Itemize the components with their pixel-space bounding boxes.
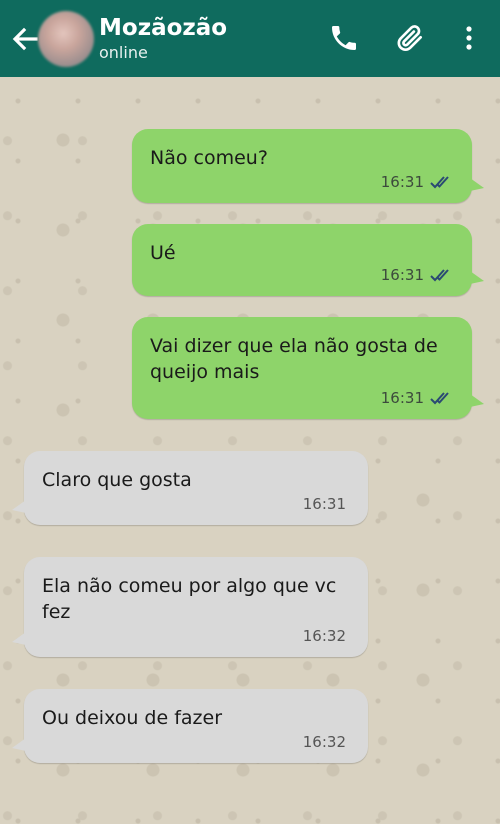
contact-status: online	[99, 43, 148, 62]
double-check-icon	[430, 176, 449, 189]
avatar[interactable]	[38, 11, 94, 67]
message-meta: 16:31	[381, 169, 456, 195]
message-time: 16:31	[380, 266, 424, 284]
message-time: 16:31	[302, 495, 346, 513]
phone-icon[interactable]	[328, 22, 360, 54]
message-text: Ela não comeu por algo que vc fez	[42, 575, 337, 623]
double-check-icon	[430, 269, 449, 282]
message-list: Não comeu? 16:31 Ué 16:31 Vai dizer que …	[0, 77, 500, 824]
message-time: 16:32	[302, 733, 346, 751]
contact-name: Mozãozão	[99, 15, 228, 41]
double-check-icon	[430, 392, 449, 405]
message-meta: 16:32	[303, 729, 346, 755]
more-vert-icon[interactable]	[458, 22, 490, 54]
message-bubble-outgoing[interactable]: Não comeu? 16:31	[132, 129, 484, 203]
message-bubble-outgoing[interactable]: Vai dizer que ela não gosta de queijo ma…	[132, 317, 484, 419]
paperclip-icon[interactable]	[394, 22, 426, 54]
message-text: Claro que gosta	[42, 469, 192, 491]
message-text: Vai dizer que ela não gosta de queijo ma…	[150, 335, 438, 383]
message-text: Ou deixou de fazer	[42, 707, 223, 729]
message-bubble-incoming[interactable]: Ela não comeu por algo que vc fez 16:32	[12, 557, 368, 657]
contact-info[interactable]: Mozãozão online	[99, 14, 227, 64]
chat-header: Mozãozão online	[0, 0, 500, 77]
message-meta: 16:31	[381, 262, 456, 288]
message-text: Ué	[150, 242, 176, 264]
message-time: 16:31	[380, 173, 424, 191]
message-meta: 16:31	[303, 491, 346, 517]
message-bubble-outgoing[interactable]: Ué 16:31	[132, 224, 484, 296]
message-time: 16:31	[380, 389, 424, 407]
message-bubble-incoming[interactable]: Ou deixou de fazer 16:32	[12, 689, 368, 763]
message-meta: 16:31	[381, 385, 456, 411]
message-text: Não comeu?	[150, 147, 268, 169]
back-arrow-icon[interactable]	[8, 22, 42, 56]
chat-screen: Mozãozão online Não comeu? 16:31 Ué 16:3…	[0, 0, 500, 824]
message-bubble-incoming[interactable]: Claro que gosta 16:31	[12, 451, 368, 525]
message-time: 16:32	[302, 627, 346, 645]
message-meta: 16:32	[303, 623, 346, 649]
